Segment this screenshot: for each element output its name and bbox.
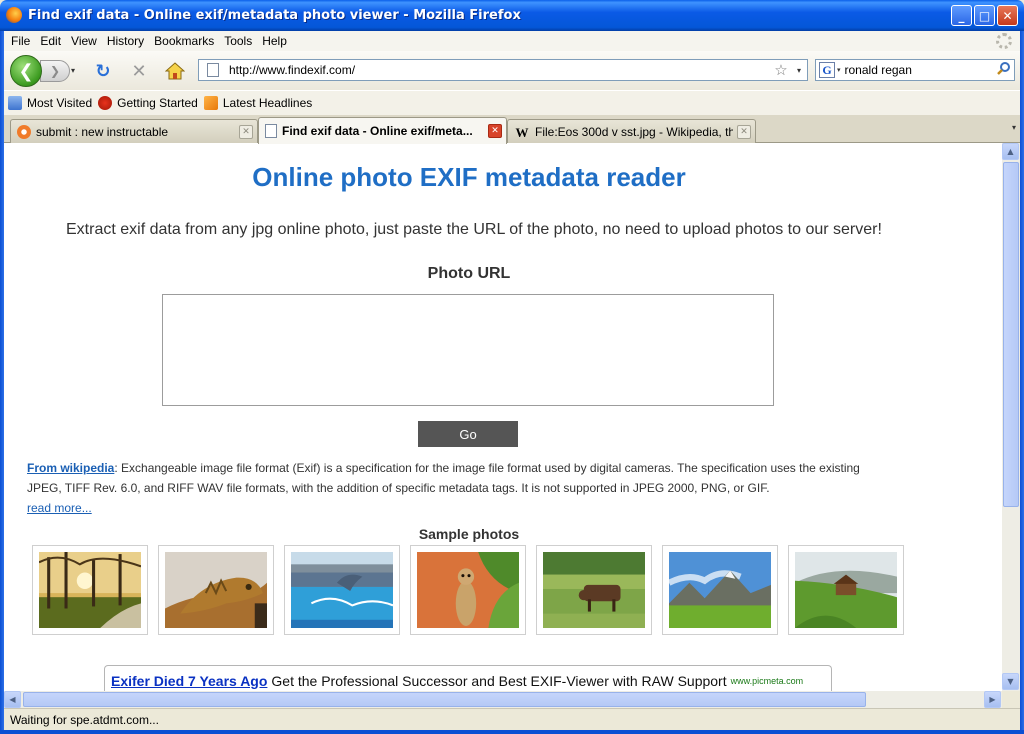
stop-icon[interactable]: ✕ (128, 60, 150, 82)
tab-label: Find exif data - Online exif/meta... (282, 124, 473, 138)
photo-url-input[interactable] (162, 294, 774, 406)
menu-tools[interactable]: Tools (221, 34, 259, 48)
reload-icon[interactable]: ↻ (92, 60, 114, 82)
sample-photo-4[interactable] (410, 545, 526, 635)
bookmark-most-visited[interactable]: Most Visited (8, 96, 92, 110)
bookmark-label: Most Visited (27, 96, 93, 110)
window-frame-bottom (0, 730, 1024, 734)
horizontal-scrollbar[interactable]: ◀ ▶ (4, 691, 1002, 708)
vertical-scrollbar[interactable]: ▲ ▼ (1002, 143, 1020, 691)
tab-label: submit : new instructable (36, 124, 169, 139)
ad-link[interactable]: Exifer Died 7 Years Ago (111, 673, 267, 689)
close-window-button[interactable]: ✕ (997, 5, 1018, 26)
menu-history[interactable]: History (104, 34, 151, 48)
history-dropdown-icon[interactable]: ▾ (71, 66, 75, 75)
instructables-icon (17, 124, 31, 139)
search-input[interactable]: ronald regan (845, 63, 994, 77)
tab-close-icon[interactable]: ✕ (488, 124, 502, 138)
sample-photo-7[interactable] (788, 545, 904, 635)
sample-photo-6[interactable] (662, 545, 778, 635)
page-icon (265, 124, 277, 138)
scroll-left-icon[interactable]: ◀ (4, 691, 21, 708)
sample-photo-2[interactable] (158, 545, 274, 635)
go-button[interactable]: Go (418, 421, 518, 447)
sample-photos-heading: Sample photos (418, 526, 520, 542)
tab-close-icon[interactable]: ✕ (239, 124, 253, 139)
vertical-scroll-thumb[interactable] (1003, 162, 1019, 507)
tab-instructables[interactable]: submit : new instructable ✕ (10, 119, 258, 143)
page-heading: Online photo EXIF metadata reader (252, 162, 686, 192)
address-bar[interactable]: http://www.findexif.com/ ☆ ▾ (198, 59, 808, 81)
scroll-right-icon[interactable]: ▶ (984, 691, 1001, 708)
tab-wikipedia[interactable]: W File:Eos 300d v sst.jpg - Wikipedia, t… (507, 119, 756, 143)
bookmark-star-icon[interactable]: ☆ (771, 61, 791, 79)
status-bar: Waiting for spe.atdmt.com... (4, 708, 1020, 730)
menu-help[interactable]: Help (259, 34, 294, 48)
meerkat-photo (417, 552, 519, 628)
sample-photo-3[interactable] (284, 545, 400, 635)
ad-domain[interactable]: www.picmeta.com (731, 676, 804, 686)
scroll-corner (1002, 691, 1020, 708)
dolphin-show-photo (291, 552, 394, 628)
sample-photo-1[interactable] (32, 545, 148, 635)
iguana-photo (165, 552, 267, 628)
url-input[interactable]: http://www.findexif.com/ (227, 63, 771, 77)
tab-close-icon[interactable]: ✕ (737, 124, 751, 139)
navigation-toolbar: ❯ ❮ ▾ ↻ ✕ http://www.findexif.com/ ☆ ▾ G… (4, 51, 1020, 90)
firefox-icon (6, 7, 22, 23)
search-icon[interactable] (994, 61, 1014, 79)
menu-view[interactable]: View (68, 34, 104, 48)
back-button[interactable]: ❮ (10, 55, 42, 87)
ad-text: Get the Professional Successor and Best … (271, 672, 727, 689)
wikipedia-text: : Exchangeable image file format (Exif) … (27, 461, 860, 495)
url-dropdown-icon[interactable]: ▾ (791, 66, 807, 75)
wikipedia-icon: W (515, 124, 529, 140)
minimize-button[interactable]: _ (951, 5, 972, 26)
rss-feed-icon (203, 96, 218, 110)
most-visited-icon (8, 96, 22, 110)
mountain-valley-photo (667, 552, 771, 628)
engine-dropdown-icon[interactable]: ▾ (837, 66, 841, 74)
menu-edit[interactable]: Edit (37, 34, 68, 48)
google-engine-icon[interactable]: G (819, 62, 835, 78)
cow-field-photo (543, 552, 645, 628)
home-icon[interactable] (164, 60, 186, 82)
tab-label: File:Eos 300d v sst.jpg - Wikipedia, the… (535, 124, 733, 139)
page-viewport: Online photo EXIF metadata reader Extrac… (4, 143, 1002, 691)
bookmark-getting-started[interactable]: Getting Started (98, 96, 198, 110)
throbber-icon (996, 33, 1012, 49)
maximize-button[interactable]: □ (974, 5, 995, 26)
intro-text: Extract exif data from any jpg online ph… (66, 221, 882, 238)
from-wikipedia-link[interactable]: From wikipedia (27, 461, 114, 475)
page-icon (207, 63, 219, 77)
scroll-up-icon[interactable]: ▲ (1002, 143, 1019, 160)
bookmark-label: Getting Started (117, 96, 198, 110)
read-more-link[interactable]: read more... (27, 501, 92, 515)
hillside-cabin-photo (795, 552, 897, 628)
menu-bookmarks[interactable]: Bookmarks (151, 34, 221, 48)
bookmark-latest-headlines[interactable]: Latest Headlines (203, 96, 313, 110)
sample-photo-5[interactable] (536, 545, 652, 635)
forward-button[interactable]: ❯ (40, 60, 70, 82)
ad-banner[interactable]: Exifer Died 7 Years Ago Get the Professi… (104, 665, 832, 691)
search-bar[interactable]: G ▾ ronald regan (815, 59, 1015, 81)
window-title: Find exif data - Online exif/metadata ph… (28, 8, 521, 23)
bookmarks-toolbar: Most Visited Getting Started Latest Head… (4, 90, 1020, 115)
tab-findexif[interactable]: Find exif data - Online exif/meta... ✕ (258, 117, 507, 144)
scroll-down-icon[interactable]: ▼ (1002, 673, 1019, 690)
photo-url-label: Photo URL (427, 265, 511, 282)
tab-strip: submit : new instructable ✕ Find exif da… (4, 115, 1020, 144)
bookmark-label: Latest Headlines (222, 96, 313, 110)
status-text: Waiting for spe.atdmt.com... (10, 712, 159, 727)
park-trees-photo (38, 552, 142, 628)
firefox-bookmark-icon (98, 96, 113, 110)
tab-list-dropdown-icon[interactable]: ▾ (1012, 123, 1016, 132)
horizontal-scroll-thumb[interactable] (23, 692, 866, 707)
window-titlebar[interactable]: Find exif data - Online exif/metadata ph… (0, 0, 1024, 31)
wikipedia-paragraph: From wikipedia: Exchangeable image file … (27, 458, 897, 518)
menu-file[interactable]: File (8, 34, 37, 48)
menu-bar: File Edit View History Bookmarks Tools H… (4, 31, 1020, 51)
window-frame-right (1020, 31, 1024, 734)
